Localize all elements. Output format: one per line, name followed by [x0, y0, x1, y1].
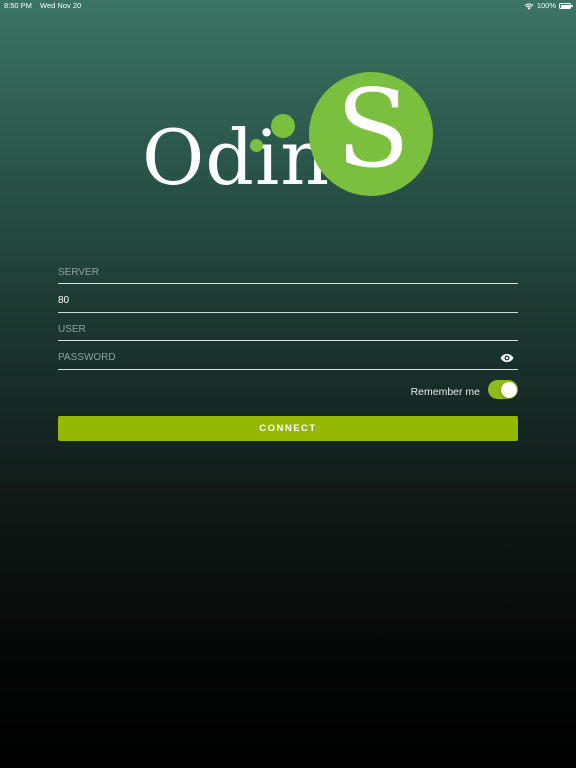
toggle-knob [500, 381, 517, 398]
server-field-row [58, 256, 518, 284]
connect-button[interactable]: CONNECT [58, 416, 518, 441]
logo-wordmark: Odin [142, 113, 331, 202]
user-input[interactable] [58, 321, 518, 337]
remember-row: Remember me [58, 370, 518, 410]
eye-icon[interactable] [500, 353, 514, 363]
port-field-row [58, 285, 518, 313]
port-input[interactable] [58, 292, 518, 309]
app-logo: Odin S [0, 0, 576, 230]
password-input[interactable] [58, 349, 518, 366]
logo-dot-large [271, 114, 295, 138]
server-input[interactable] [58, 264, 518, 280]
user-field-row [58, 313, 518, 341]
password-field-row [58, 342, 518, 370]
logo-circle: S [309, 72, 433, 196]
remember-me-label: Remember me [410, 386, 480, 398]
login-form: Remember me CONNECT [58, 256, 518, 441]
logo-circle-letter: S [336, 67, 410, 192]
remember-me-toggle[interactable] [488, 380, 518, 399]
logo-dot-small [250, 139, 263, 152]
